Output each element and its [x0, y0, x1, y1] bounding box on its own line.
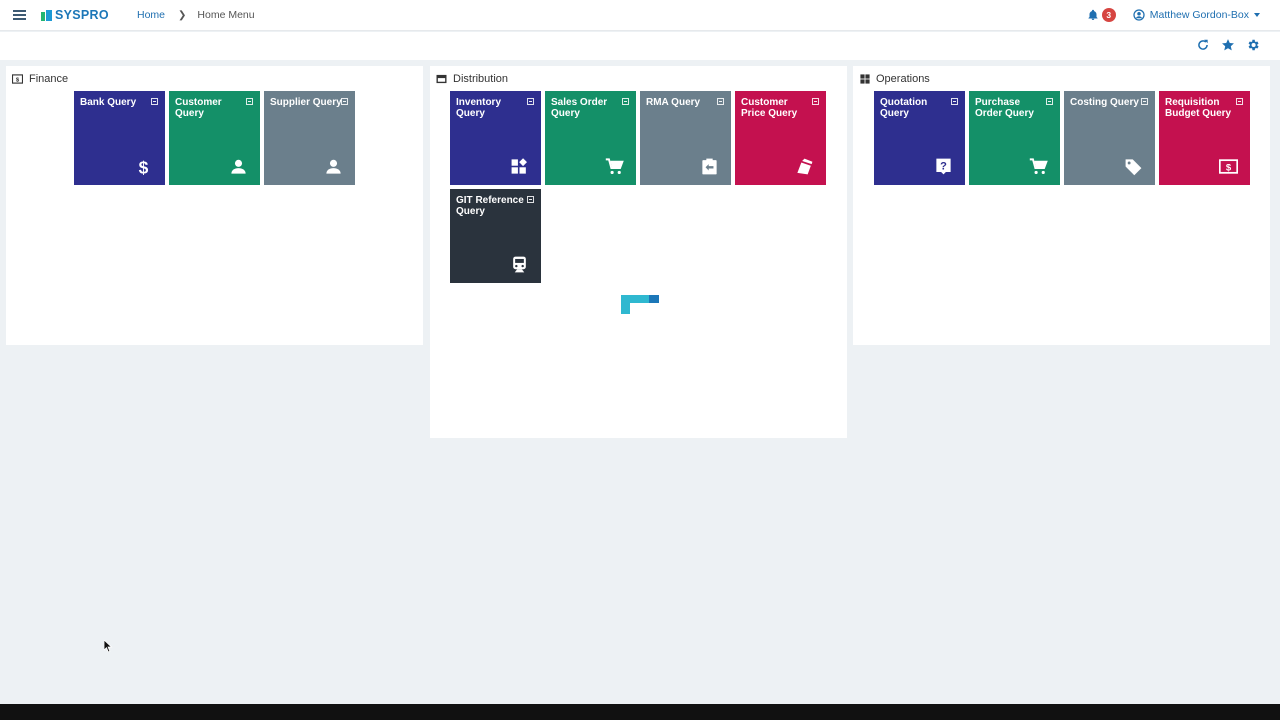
distribution-panel: Distribution Inventory Query Sales Order…: [430, 66, 847, 438]
tile-rma-query[interactable]: RMA Query: [640, 91, 731, 185]
finance-panel-title: $ Finance: [12, 73, 68, 85]
money-icon: $: [1219, 159, 1238, 174]
top-navigation-bar: SYSPRO Home ❯ Home Menu 3 Matthew Gordon…: [0, 0, 1280, 31]
syspro-logo-mark: [41, 9, 52, 21]
tile-label: Purchase Order Query: [975, 97, 1034, 119]
person-icon: [326, 159, 341, 174]
question-icon: ?: [936, 158, 951, 175]
pin-tile-icon[interactable]: [151, 98, 158, 105]
mouse-pointer-icon: [104, 640, 113, 652]
hamburger-icon[interactable]: [13, 10, 26, 20]
notification-count-badge[interactable]: 3: [1101, 8, 1116, 22]
tile-sales-order-query[interactable]: Sales Order Query: [545, 91, 636, 185]
train-icon: [513, 256, 526, 273]
tile-label: Customer Price Query: [741, 97, 798, 119]
svg-text:?: ?: [940, 161, 947, 173]
return-clipboard-icon: [702, 158, 717, 175]
tile-label: Costing Query: [1070, 97, 1139, 108]
tile-label: Requisition Budget Query: [1165, 97, 1232, 119]
tile-git-reference-query[interactable]: GIT Reference Query: [450, 189, 541, 283]
svg-text:$: $: [139, 158, 149, 176]
logo-text: SYSPRO: [55, 8, 109, 22]
pin-tile-icon[interactable]: [527, 98, 534, 105]
caret-down-icon: [1254, 13, 1260, 17]
pin-tile-icon[interactable]: [1046, 98, 1053, 105]
pin-tile-icon[interactable]: [812, 98, 819, 105]
operations-panel: Operations Quotation Query ? Purchase Or…: [853, 66, 1270, 345]
svg-text:$: $: [16, 77, 20, 83]
widgets-icon: [511, 158, 527, 174]
page-toolbar: [0, 32, 1280, 60]
tile-label: Supplier Query: [270, 97, 342, 108]
finance-panel: $ Finance Bank Query $ Customer Query Su…: [6, 66, 423, 345]
tile-label: GIT Reference Query: [456, 195, 524, 217]
settings-gear-icon[interactable]: [1246, 38, 1260, 52]
pin-tile-icon[interactable]: [341, 98, 348, 105]
tile-label: Sales Order Query: [551, 97, 608, 119]
tile-label: RMA Query: [646, 97, 701, 108]
tile-label: Quotation Query: [880, 97, 928, 119]
tag-icon: [1125, 159, 1142, 176]
operations-dashboard-icon: [860, 74, 870, 84]
cart-icon: [1029, 158, 1048, 175]
pin-tile-icon[interactable]: [951, 98, 958, 105]
breadcrumb: Home ❯ Home Menu: [137, 9, 255, 21]
pin-tile-icon[interactable]: [1236, 98, 1243, 105]
tile-label: Customer Query: [175, 97, 222, 119]
breadcrumb-current: Home Menu: [197, 9, 255, 21]
syspro-logo[interactable]: SYSPRO: [41, 7, 109, 23]
panel-title-text: Operations: [876, 73, 930, 85]
pin-tile-icon[interactable]: [717, 98, 724, 105]
loading-spinner-icon: [621, 295, 659, 314]
tile-bank-query[interactable]: Bank Query $: [74, 91, 165, 185]
distribution-icon: [436, 74, 447, 84]
person-icon: [231, 159, 246, 174]
refresh-icon[interactable]: [1196, 38, 1210, 52]
pin-tile-icon[interactable]: [246, 98, 253, 105]
chevron-right-icon: ❯: [178, 9, 187, 21]
tile-customer-price-query[interactable]: Customer Price Query: [735, 91, 826, 185]
tile-label: Bank Query: [80, 97, 137, 108]
tile-supplier-query[interactable]: Supplier Query: [264, 91, 355, 185]
header-right-group: 3 Matthew Gordon-Box: [1085, 7, 1260, 23]
breadcrumb-home-link[interactable]: Home: [137, 9, 165, 21]
panel-title-text: Distribution: [453, 73, 509, 85]
favorite-star-icon[interactable]: [1221, 38, 1235, 52]
operations-panel-title: Operations: [860, 73, 930, 85]
tile-purchase-order-query[interactable]: Purchase Order Query: [969, 91, 1060, 185]
price-cards-icon: [797, 158, 813, 175]
finance-icon: $: [12, 74, 23, 84]
dollar-icon: $: [139, 158, 149, 176]
tile-label: Inventory Query: [456, 97, 502, 119]
user-name: Matthew Gordon-Box: [1149, 9, 1249, 21]
user-menu[interactable]: Matthew Gordon-Box: [1133, 9, 1260, 21]
notification-bell-icon[interactable]: [1085, 7, 1101, 23]
tile-quotation-query[interactable]: Quotation Query ?: [874, 91, 965, 185]
pin-tile-icon[interactable]: [1141, 98, 1148, 105]
bottom-black-bar: [0, 704, 1280, 720]
cart-icon: [605, 158, 624, 175]
pin-tile-icon[interactable]: [622, 98, 629, 105]
tile-costing-query[interactable]: Costing Query: [1064, 91, 1155, 185]
tile-requisition-budget-query[interactable]: Requisition Budget Query $: [1159, 91, 1250, 185]
panel-title-text: Finance: [29, 73, 69, 85]
tile-customer-query[interactable]: Customer Query: [169, 91, 260, 185]
pin-tile-icon[interactable]: [527, 196, 534, 203]
tile-inventory-query[interactable]: Inventory Query: [450, 91, 541, 185]
distribution-panel-title: Distribution: [436, 73, 508, 85]
user-account-icon: [1133, 9, 1145, 21]
svg-text:$: $: [1226, 162, 1232, 173]
